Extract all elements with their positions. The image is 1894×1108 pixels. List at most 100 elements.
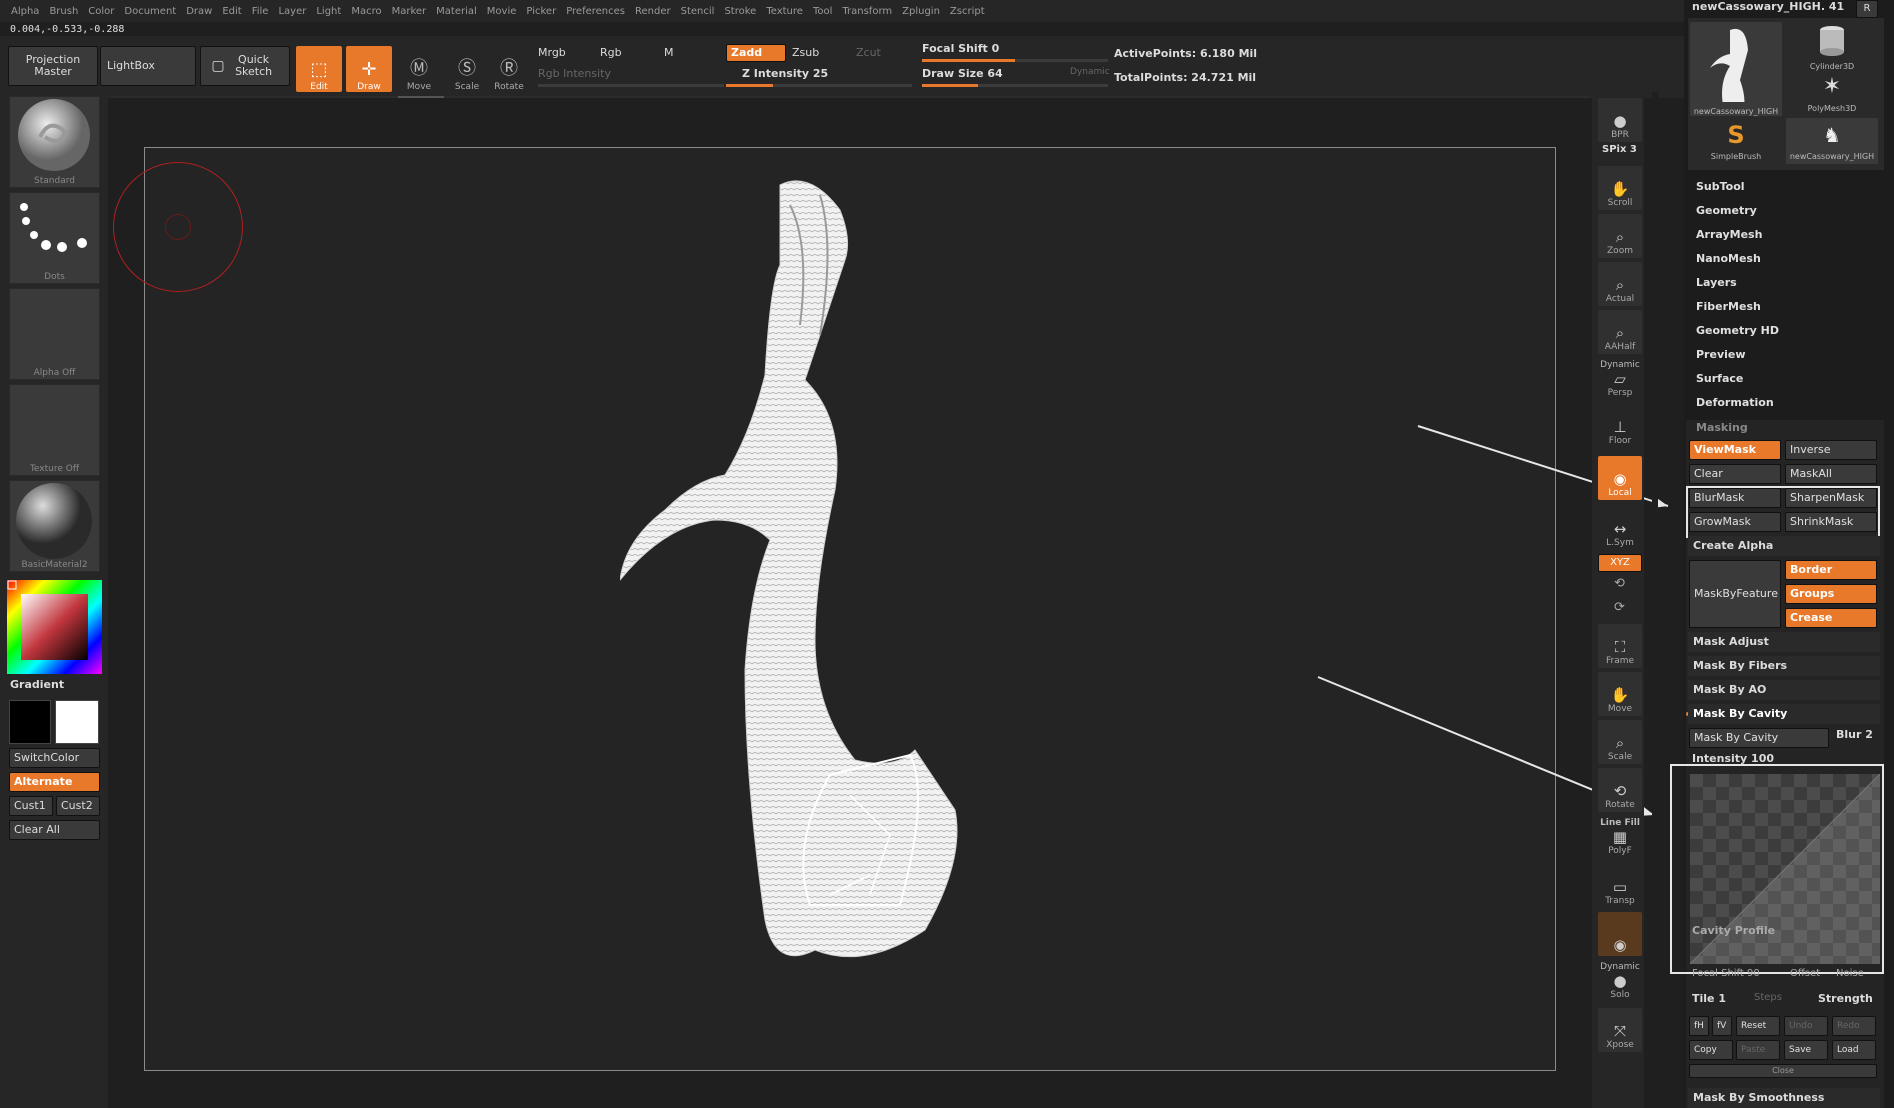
polyf-button[interactable]: Line Fill ▦ PolyF <box>1598 814 1642 858</box>
tile-slider[interactable]: Tile 1 <box>1692 992 1726 1005</box>
projection-master-button[interactable]: Projection Master <box>8 46 98 86</box>
rotate-y-icon[interactable]: ⟲ <box>1614 576 1625 591</box>
masking-header[interactable]: Masking <box>1696 421 1748 434</box>
blurmask-button[interactable]: BlurMask <box>1689 488 1781 508</box>
cust1-button[interactable]: Cust1 <box>9 796 53 816</box>
menu-item-alpha[interactable]: Alpha <box>6 6 44 17</box>
maskall-button[interactable]: MaskAll <box>1785 464 1877 484</box>
mrgb-button[interactable]: Mrgb <box>538 46 566 59</box>
strength-slider[interactable]: Strength <box>1818 992 1873 1005</box>
floor-button[interactable]: ⊥ Floor <box>1598 404 1642 448</box>
maskbyfeature-button[interactable]: MaskByFeature <box>1689 560 1781 628</box>
noise-slider[interactable]: Noise <box>1836 968 1864 979</box>
groups-toggle[interactable]: Groups <box>1785 584 1877 604</box>
focal-shift-curve-slider[interactable]: Focal Shift 90 <box>1692 968 1760 979</box>
menu-item-movie[interactable]: Movie <box>482 6 522 17</box>
zoom-button[interactable]: ⌕ Zoom <box>1598 214 1642 258</box>
fh-button[interactable]: fH <box>1689 1016 1709 1036</box>
color-picker[interactable] <box>7 580 102 674</box>
close-curve-button[interactable]: Close <box>1689 1064 1877 1078</box>
z-intensity-slider[interactable]: Z Intensity 25 <box>742 67 828 80</box>
ghost-button[interactable]: ◉ <box>1598 912 1642 956</box>
menu-item-render[interactable]: Render <box>630 6 676 17</box>
switchcolor-button[interactable]: SwitchColor <box>9 748 100 768</box>
load-button[interactable]: Load <box>1832 1040 1876 1060</box>
tray-section-geometry[interactable]: Geometry <box>1696 204 1757 217</box>
clear-all-button[interactable]: Clear All <box>9 820 100 840</box>
tray-section-surface[interactable]: Surface <box>1696 372 1743 385</box>
mask-adjust-section[interactable]: Mask Adjust <box>1688 632 1880 652</box>
tray-section-fibermesh[interactable]: FiberMesh <box>1696 300 1761 313</box>
tool-thumb-polymesh[interactable]: ✶ PolyMesh3D <box>1786 70 1878 116</box>
tray-section-nanomesh[interactable]: NanoMesh <box>1696 252 1761 265</box>
draw-size-slider[interactable]: Draw Size 64 <box>922 67 1003 80</box>
tool-thumb-main[interactable]: newCassowary_HIGH <box>1690 22 1782 116</box>
inverse-button[interactable]: Inverse <box>1785 440 1877 460</box>
tool-thumb-simplebrush[interactable]: S SimpleBrush <box>1690 118 1782 164</box>
mask-by-cavity-section[interactable]: Mask By Cavity <box>1688 704 1880 724</box>
material-selector[interactable]: BasicMaterial2 <box>9 480 100 572</box>
frame-button[interactable]: ⛶ Frame <box>1598 624 1642 668</box>
menu-item-macro[interactable]: Macro <box>346 6 386 17</box>
steps-slider[interactable]: Steps <box>1754 992 1782 1003</box>
zsub-button[interactable]: Zsub <box>792 46 819 59</box>
z-intensity-track[interactable] <box>726 84 912 87</box>
texture-selector[interactable]: Texture Off <box>9 384 100 476</box>
create-alpha-button[interactable]: Create Alpha <box>1688 536 1880 556</box>
tool-thumb-cylinder[interactable]: Cylinder3D <box>1786 22 1878 71</box>
menu-item-texture[interactable]: Texture <box>761 6 808 17</box>
tool-thumb-cassowary2[interactable]: ♞ newCassowary_HIGH <box>1786 118 1878 164</box>
draw-size-track[interactable] <box>922 84 1108 87</box>
lightbox-button[interactable]: LightBox <box>100 46 196 86</box>
zadd-button[interactable]: Zadd <box>726 44 786 62</box>
shrinkmask-button[interactable]: ShrinkMask <box>1785 512 1877 532</box>
solo-button[interactable]: Dynamic ● Solo <box>1598 958 1642 1002</box>
menu-item-light[interactable]: Light <box>311 6 346 17</box>
menu-item-zplugin[interactable]: Zplugin <box>897 6 945 17</box>
menu-item-material[interactable]: Material <box>431 6 482 17</box>
paste-button[interactable]: Paste <box>1736 1040 1780 1060</box>
mask-by-cavity-button[interactable]: Mask By Cavity <box>1689 728 1829 748</box>
menu-item-stencil[interactable]: Stencil <box>676 6 720 17</box>
menu-item-stroke[interactable]: Stroke <box>719 6 761 17</box>
redo-button[interactable]: Redo <box>1832 1016 1876 1036</box>
border-toggle[interactable]: Border <box>1785 560 1877 580</box>
focal-shift-track[interactable] <box>922 59 1108 62</box>
zcut-button[interactable]: Zcut <box>856 46 881 59</box>
rgb-intensity-track[interactable] <box>538 84 724 87</box>
growmask-button[interactable]: GrowMask <box>1689 512 1781 532</box>
reset-button[interactable]: Reset <box>1736 1016 1780 1036</box>
blur-slider[interactable]: Blur 2 <box>1836 728 1873 741</box>
tray-section-preview[interactable]: Preview <box>1696 348 1746 361</box>
dynamic-toggle[interactable]: Dynamic <box>1070 67 1110 77</box>
r-button[interactable]: R <box>1856 0 1878 18</box>
menu-item-color[interactable]: Color <box>83 6 119 17</box>
focal-shift-slider[interactable]: Focal Shift 0 <box>922 42 999 55</box>
tray-section-geometry-hd[interactable]: Geometry HD <box>1696 324 1779 337</box>
menu-item-draw[interactable]: Draw <box>181 6 217 17</box>
menu-item-brush[interactable]: Brush <box>44 6 83 17</box>
tray-section-deformation[interactable]: Deformation <box>1696 396 1774 409</box>
copy-button[interactable]: Copy <box>1689 1040 1733 1060</box>
save-button[interactable]: Save <box>1784 1040 1828 1060</box>
rgb-intensity-slider[interactable]: Rgb Intensity <box>538 67 611 80</box>
menu-item-zscript[interactable]: Zscript <box>945 6 990 17</box>
move-button[interactable]: Ⓜ Move <box>396 46 442 92</box>
mask-by-fibers-section[interactable]: Mask By Fibers <box>1688 656 1880 676</box>
sharpenmask-button[interactable]: SharpenMask <box>1785 488 1877 508</box>
scale-view-button[interactable]: ⌕ Scale <box>1598 720 1642 764</box>
menu-item-layer[interactable]: Layer <box>273 6 311 17</box>
mask-by-ao-section[interactable]: Mask By AO <box>1688 680 1880 700</box>
tray-section-arraymesh[interactable]: ArrayMesh <box>1696 228 1762 241</box>
lsym-button[interactable]: ↔ L.Sym <box>1598 506 1642 550</box>
offset-slider[interactable]: Offset <box>1790 968 1820 979</box>
bpr-button[interactable]: ● BPR <box>1598 98 1642 142</box>
brush-selector[interactable]: Standard <box>9 96 100 188</box>
main-color-swatch[interactable] <box>9 700 51 744</box>
secondary-color-swatch[interactable] <box>55 700 99 744</box>
crease-toggle[interactable]: Crease <box>1785 608 1877 628</box>
menu-item-file[interactable]: File <box>247 6 274 17</box>
aahalf-button[interactable]: ⌕ AAHalf <box>1598 310 1642 354</box>
tray-section-subtool[interactable]: SubTool <box>1696 180 1745 193</box>
quick-sketch-button[interactable]: ▢ Quick Sketch <box>200 46 290 86</box>
